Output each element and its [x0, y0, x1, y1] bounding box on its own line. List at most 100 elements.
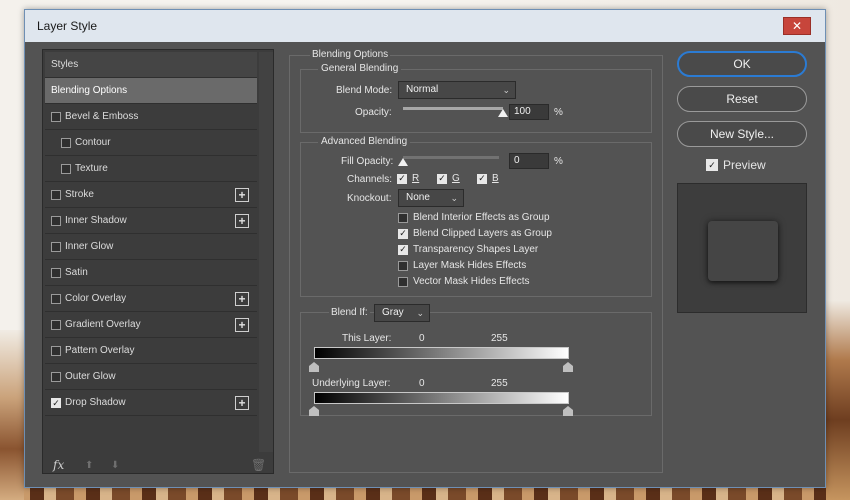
option-checkbox[interactable]: [398, 212, 408, 223]
channel-r-label: R: [412, 173, 420, 184]
plus-icon[interactable]: +: [235, 318, 249, 332]
knockout-label: Knockout:: [347, 193, 392, 204]
move-up-icon[interactable]: ⬆: [85, 460, 95, 471]
opacity-slider-fill: [403, 107, 503, 110]
background-photo-left: [0, 330, 24, 500]
channel-r[interactable]: ✓ R: [397, 173, 419, 184]
chevron-down-icon: ⌄: [450, 193, 458, 203]
move-down-icon[interactable]: ⬇: [111, 460, 121, 471]
new-style-button[interactable]: New Style...: [677, 121, 807, 147]
opacity-slider-track[interactable]: [403, 107, 503, 110]
style-item-label: Contour: [75, 137, 111, 148]
style-item-bevel-emboss[interactable]: Bevel & Emboss: [45, 104, 257, 130]
this-layer-min: 0: [419, 333, 425, 344]
option-transparency-shapes-layer[interactable]: ✓ Transparency Shapes Layer: [398, 244, 538, 255]
channel-r-checkbox[interactable]: ✓: [397, 173, 407, 184]
general-blending-title: General Blending: [318, 63, 402, 74]
style-item-pattern-overlay[interactable]: Pattern Overlay: [45, 338, 257, 364]
blend-mode-select[interactable]: Normal ⌄: [398, 81, 516, 99]
style-checkbox[interactable]: [61, 164, 71, 174]
opacity-unit: %: [554, 107, 563, 118]
background-photo-right: [826, 300, 850, 500]
ok-button[interactable]: OK: [677, 51, 807, 77]
opacity-slider-thumb[interactable]: [498, 109, 508, 117]
plus-icon[interactable]: +: [235, 214, 249, 228]
knockout-select[interactable]: None ⌄: [398, 189, 464, 207]
style-checkbox[interactable]: [51, 320, 61, 330]
trash-icon[interactable]: 🗑: [251, 458, 266, 472]
underlying-layer-gradient: [314, 392, 569, 404]
option-vector-mask-hides-effects[interactable]: Vector Mask Hides Effects: [398, 276, 530, 287]
fx-icon[interactable]: fx: [53, 458, 64, 472]
underlying-layer-min: 0: [419, 378, 425, 389]
underlying-layer-label: Underlying Layer:: [312, 378, 391, 389]
channel-b-checkbox[interactable]: ✓: [477, 173, 487, 184]
opacity-input[interactable]: 100: [509, 104, 549, 120]
option-checkbox[interactable]: ✓: [398, 244, 408, 255]
style-item-styles[interactable]: Styles: [45, 52, 257, 78]
option-blend-interior-effects-as-group[interactable]: Blend Interior Effects as Group: [398, 212, 550, 223]
plus-icon[interactable]: +: [235, 188, 249, 202]
style-checkbox[interactable]: [51, 216, 61, 226]
style-checkbox[interactable]: [51, 346, 61, 356]
style-checkbox[interactable]: [61, 138, 71, 148]
style-item-stroke[interactable]: Stroke +: [45, 182, 257, 208]
preview-checkbox[interactable]: ✓: [706, 159, 718, 171]
fill-opacity-input[interactable]: 0: [509, 153, 549, 169]
style-item-outer-glow[interactable]: Outer Glow: [45, 364, 257, 390]
option-layer-mask-hides-effects[interactable]: Layer Mask Hides Effects: [398, 260, 526, 271]
plus-icon[interactable]: +: [235, 396, 249, 410]
plus-icon[interactable]: +: [235, 292, 249, 306]
channels-label: Channels:: [347, 174, 393, 185]
blend-if-select[interactable]: Gray ⌄: [374, 304, 430, 322]
blend-if-label: Blend If:: [329, 307, 370, 318]
styles-panel: Styles Blending Options Bevel & Emboss Cont…: [42, 49, 274, 474]
channel-b[interactable]: ✓ B: [477, 173, 499, 184]
option-blend-clipped-layers-as-group[interactable]: ✓ Blend Clipped Layers as Group: [398, 228, 552, 239]
blend-if-value: Gray: [382, 307, 404, 318]
style-item-inner-glow[interactable]: Inner Glow: [45, 234, 257, 260]
style-item-gradient-overlay[interactable]: Gradient Overlay +: [45, 312, 257, 338]
preview-shape: [708, 221, 778, 281]
style-checkbox[interactable]: [51, 190, 61, 200]
option-checkbox[interactable]: ✓: [398, 228, 408, 239]
title-bar: Layer Style ✕: [25, 10, 825, 42]
style-checkbox[interactable]: [51, 294, 61, 304]
fill-opacity-slider-track[interactable]: [403, 156, 499, 159]
style-checkbox[interactable]: [51, 112, 61, 122]
fill-opacity-unit: %: [554, 156, 563, 167]
channel-b-label: B: [492, 173, 499, 184]
style-item-blending-options[interactable]: Blending Options: [45, 78, 257, 104]
reset-button[interactable]: Reset: [677, 86, 807, 112]
styles-list-scrollbar[interactable]: [259, 52, 273, 452]
channel-g-label: G: [452, 173, 460, 184]
style-item-color-overlay[interactable]: Color Overlay +: [45, 286, 257, 312]
option-checkbox[interactable]: [398, 260, 408, 271]
style-item-label: Outer Glow: [65, 371, 116, 382]
style-item-label: Inner Shadow: [65, 215, 127, 226]
option-label: Transparency Shapes Layer: [413, 244, 539, 255]
style-item-label: Bevel & Emboss: [65, 111, 139, 122]
style-item-satin[interactable]: Satin: [45, 260, 257, 286]
option-label: Vector Mask Hides Effects: [413, 276, 530, 287]
style-item-drop-shadow[interactable]: ✓ Drop Shadow +: [45, 390, 257, 416]
style-checkbox[interactable]: [51, 372, 61, 382]
style-item-contour[interactable]: Contour: [45, 130, 257, 156]
style-item-texture[interactable]: Texture: [45, 156, 257, 182]
option-checkbox[interactable]: [398, 276, 408, 287]
channel-g[interactable]: ✓ G: [437, 173, 460, 184]
this-layer-max: 255: [491, 333, 508, 344]
style-item-inner-shadow[interactable]: Inner Shadow +: [45, 208, 257, 234]
preview-label: Preview: [723, 158, 766, 172]
style-checkbox[interactable]: [51, 242, 61, 252]
underlying-layer-max: 255: [491, 378, 508, 389]
preview-thumbnail: [677, 183, 807, 313]
style-checkbox[interactable]: [51, 268, 61, 278]
style-checkbox[interactable]: ✓: [51, 398, 61, 408]
style-item-label: Satin: [65, 267, 88, 278]
channel-g-checkbox[interactable]: ✓: [437, 173, 447, 184]
preview-toggle[interactable]: ✓ Preview: [706, 158, 766, 172]
styles-list: Styles Blending Options Bevel & Emboss Cont…: [45, 52, 257, 416]
fill-opacity-slider-thumb[interactable]: [398, 158, 408, 166]
close-button[interactable]: ✕: [783, 17, 811, 35]
